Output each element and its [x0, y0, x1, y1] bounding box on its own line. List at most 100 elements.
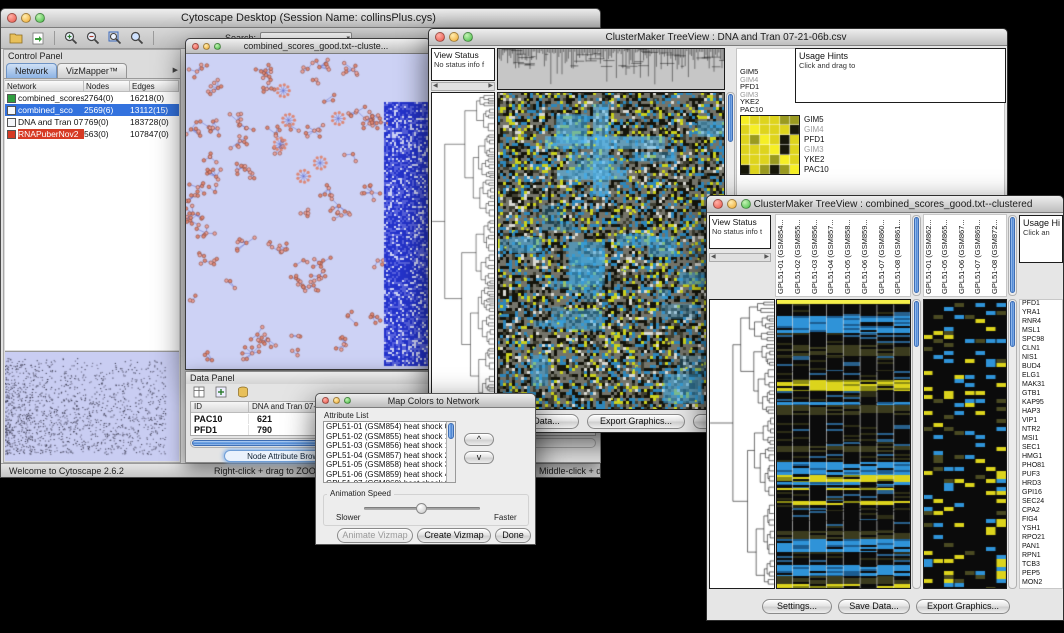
open-session-icon[interactable]	[7, 30, 25, 46]
gene-label[interactable]: PEP5	[1020, 570, 1062, 579]
zoom-button[interactable]	[344, 397, 351, 404]
scrollbar-thumb[interactable]	[1010, 301, 1015, 347]
attribute-list-scrollbar[interactable]	[446, 422, 455, 482]
row-dendrogram[interactable]	[431, 92, 495, 410]
gene-label[interactable]: GIM4	[804, 125, 829, 135]
birdseye-view[interactable]	[5, 351, 179, 461]
gene-label[interactable]: GIM3	[804, 145, 829, 155]
close-button[interactable]	[7, 13, 17, 23]
gene-label[interactable]: MAK31	[1020, 381, 1062, 390]
gene-label[interactable]: MSL1	[1020, 327, 1062, 336]
column-header-network[interactable]: Network	[5, 80, 84, 92]
gene-label[interactable]: HAP3	[1020, 408, 1062, 417]
gene-label[interactable]: CPA2	[1020, 507, 1062, 516]
column-label[interactable]: GPL51-08 (GSM861...	[893, 215, 910, 296]
gene-label[interactable]: NTR2	[1020, 426, 1062, 435]
attribute-list-item[interactable]: GPL51-03 (GSM856) heat shock 15 min	[324, 441, 455, 451]
settings-button[interactable]: Settings...	[762, 599, 832, 614]
column-label[interactable]: GPL51-05 (GSM865...	[940, 215, 956, 296]
network-list-row[interactable]: DNA and Tran 07769(0)183728(0)	[5, 116, 179, 128]
column-label[interactable]: GPL51-07 (GSM860...	[877, 215, 894, 296]
minimize-button[interactable]	[21, 13, 31, 23]
column-header-id[interactable]: ID	[191, 402, 249, 413]
gene-label[interactable]: KAP95	[1020, 399, 1062, 408]
zoom-button[interactable]	[214, 43, 221, 50]
network-list-row[interactable]: RNAPuberNov2563(0)107847(0)	[5, 128, 179, 140]
gene-label[interactable]: GPI16	[1020, 489, 1062, 498]
done-button[interactable]: Done	[495, 528, 531, 543]
tab-vizmapper[interactable]: VizMapper™	[57, 63, 127, 78]
dendrogram-hscrollbar[interactable]: ◀▶	[431, 82, 495, 91]
save-data-button[interactable]: Save Data...	[838, 599, 910, 614]
heatmap-canvas[interactable]	[497, 92, 725, 410]
treeview-dna-titlebar[interactable]: ClusterMaker TreeView : DNA and Tran 07-…	[429, 29, 1007, 46]
gene-label[interactable]: PUF3	[1020, 471, 1062, 480]
heatmap-canvas[interactable]	[776, 299, 911, 589]
correlation-matrix-canvas[interactable]	[740, 115, 800, 175]
gene-label[interactable]: ELG1	[1020, 372, 1062, 381]
heatmap-vscrollbar[interactable]	[1008, 299, 1017, 589]
gene-label[interactable]: YSH1	[1020, 525, 1062, 534]
column-label[interactable]: GPL51-08 (GSM872...	[990, 215, 1006, 296]
gene-label[interactable]: PAC10	[804, 165, 829, 175]
close-button[interactable]	[322, 397, 329, 404]
column-dendrogram[interactable]	[497, 48, 725, 90]
import-network-icon[interactable]	[29, 30, 47, 46]
gene-label[interactable]: SEC1	[1020, 444, 1062, 453]
tab-overflow-icon[interactable]: ▶	[173, 63, 178, 78]
attribute-store-icon[interactable]	[234, 384, 252, 400]
export-graphics-button[interactable]: Export Graphics...	[587, 414, 685, 429]
secondary-heatmap-canvas[interactable]	[923, 299, 1007, 589]
move-up-button[interactable]: ^	[464, 433, 494, 446]
column-label[interactable]: GPL51-04 (GSM857...	[826, 215, 843, 296]
gene-label[interactable]: MSI1	[1020, 435, 1062, 444]
export-graphics-button[interactable]: Export Graphics...	[916, 599, 1010, 614]
label-vscrollbar[interactable]	[912, 215, 921, 296]
minimize-button[interactable]	[203, 43, 210, 50]
network-canvas[interactable]	[186, 54, 430, 369]
attribute-list-item[interactable]: GPL51-07 (GSM860) heat shock 60 min	[324, 479, 455, 483]
zoom-button[interactable]	[463, 32, 473, 42]
gene-label[interactable]: FIG4	[1020, 516, 1062, 525]
zoom-out-icon[interactable]	[84, 30, 102, 46]
column-label[interactable]: GPL51-02 (GSM855...	[793, 215, 810, 296]
network-list-row[interactable]: combined_scores2764(0)16218(0)	[5, 92, 179, 104]
move-down-button[interactable]: v	[464, 451, 494, 464]
dendrogram-hscrollbar[interactable]: ◀▶	[709, 253, 771, 262]
column-label[interactable]: GPL51-06 (GSM867...	[957, 215, 973, 296]
scrollbar-thumb[interactable]	[1010, 217, 1015, 293]
label-vscrollbar[interactable]	[1008, 215, 1017, 296]
gene-label[interactable]: GTB1	[1020, 390, 1062, 399]
gene-label[interactable]: YRA1	[1020, 309, 1062, 318]
gene-label[interactable]: RPO21	[1020, 534, 1062, 543]
scroll-left-icon[interactable]: ◀	[711, 254, 716, 261]
close-button[interactable]	[435, 32, 445, 42]
attribute-list-item[interactable]: GPL51-01 (GSM854) heat shock 05 min	[324, 422, 455, 432]
column-header-edges[interactable]: Edges	[130, 80, 179, 92]
gene-label[interactable]: MON2	[1020, 579, 1062, 588]
animation-speed-slider[interactable]	[364, 507, 480, 510]
slider-thumb[interactable]	[416, 503, 427, 514]
zoom-button[interactable]	[35, 13, 45, 23]
column-label[interactable]: GPL51-07 (GSM869...	[973, 215, 989, 296]
gene-label[interactable]: SEC24	[1020, 498, 1062, 507]
gene-label[interactable]: CLN1	[1020, 345, 1062, 354]
gene-label[interactable]: PFD1	[804, 135, 829, 145]
minimize-button[interactable]	[727, 199, 737, 209]
dialog-titlebar[interactable]: Map Colors to Network	[316, 394, 535, 408]
minimize-button[interactable]	[449, 32, 459, 42]
gene-label[interactable]: NIS1	[1020, 354, 1062, 363]
scroll-right-icon[interactable]: ▶	[764, 254, 769, 261]
gene-label[interactable]: PFD1	[1020, 300, 1062, 309]
treeview-combined-titlebar[interactable]: ClusterMaker TreeView : combined_scores_…	[707, 196, 1063, 213]
create-vizmap-button[interactable]: Create Vizmap	[417, 528, 491, 543]
select-attributes-icon[interactable]	[190, 384, 208, 400]
attribute-list-item[interactable]: GPL51-02 (GSM855) heat shock 10 min	[324, 432, 455, 442]
animate-vizmap-button[interactable]: Animate Vizmap	[337, 528, 413, 543]
gene-label[interactable]: TCB3	[1020, 561, 1062, 570]
network-window-titlebar[interactable]: combined_scores_good.txt--cluste...	[186, 39, 430, 54]
gene-label[interactable]: RPN1	[1020, 552, 1062, 561]
scrollbar-thumb[interactable]	[448, 423, 454, 439]
close-button[interactable]	[713, 199, 723, 209]
tab-network[interactable]: Network	[6, 63, 57, 78]
